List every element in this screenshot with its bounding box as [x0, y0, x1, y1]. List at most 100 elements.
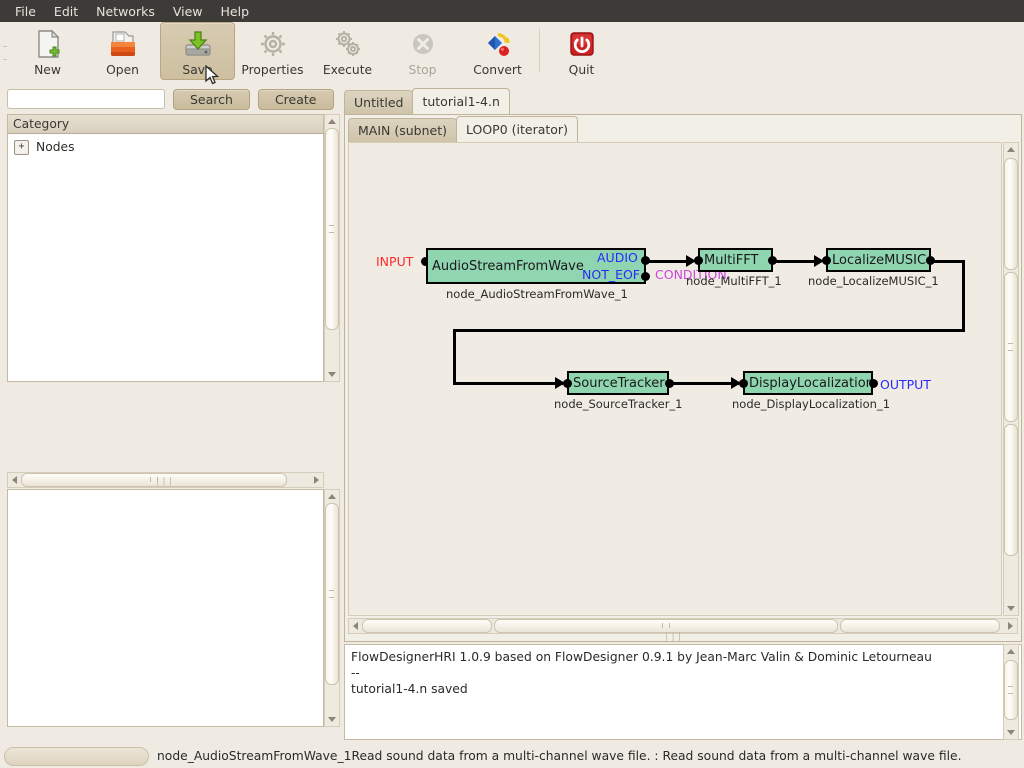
wire-localizemusic-down	[962, 260, 965, 332]
port-display-in-dot[interactable]	[739, 379, 748, 388]
stop-circle-icon	[407, 28, 439, 60]
left-pane-splitter[interactable]: |||	[155, 477, 174, 487]
expander-plus-icon[interactable]: +	[14, 139, 29, 155]
port-not-eof-dot[interactable]	[641, 272, 650, 281]
toolbar-open-label: Open	[106, 63, 139, 77]
tab-loop0-iterator[interactable]: LOOP0 (iterator)	[455, 116, 578, 142]
canvas-scroll-thumb[interactable]	[1004, 272, 1018, 422]
node-audiostreamfromwave-title: AudioStreamFromWave	[432, 258, 584, 274]
canvas-scroll-left-icon[interactable]	[349, 619, 362, 633]
search-button[interactable]: Search	[173, 88, 250, 110]
port-display-out-dot[interactable]	[869, 379, 878, 388]
toolbar-execute-button[interactable]: Execute	[310, 22, 385, 80]
canvas-vertical-scrollbar[interactable]	[1003, 142, 1019, 616]
menu-item-view[interactable]: View	[164, 2, 212, 21]
port-localizemusic-in-dot[interactable]	[822, 256, 831, 265]
category-tree[interactable]: + Nodes	[7, 134, 324, 382]
port-localizemusic-out-dot[interactable]	[926, 256, 935, 265]
port-sourcetracker-in-dot[interactable]	[563, 379, 572, 388]
node-sourcetracker[interactable]: SourceTracker	[567, 371, 669, 395]
gears-icon	[332, 28, 364, 60]
canvas-hscroll-track-left[interactable]	[362, 619, 492, 633]
toolbar-separator	[539, 28, 540, 72]
search-input[interactable]	[7, 89, 165, 109]
console-scroll-thumb[interactable]	[1004, 660, 1018, 720]
node-multifft-title: MultiFFT	[704, 252, 759, 268]
toolbar-properties-label: Properties	[241, 63, 304, 77]
wire-feedback-across	[453, 329, 965, 332]
tree-scroll-right-icon[interactable]	[310, 473, 323, 487]
node-localizemusic[interactable]: LocalizeMUSIC	[826, 248, 931, 272]
toolbar-quit-label: Quit	[568, 63, 595, 77]
toolbar: New Open Save Properties Execute Stop Co…	[0, 22, 1024, 85]
node-detail-panel[interactable]	[7, 489, 324, 727]
console-line-1: --	[351, 666, 360, 680]
status-progress-area	[4, 746, 149, 766]
convert-icon	[482, 28, 514, 60]
toolbar-open-button[interactable]: Open	[85, 22, 160, 80]
menu-item-help[interactable]: Help	[212, 2, 259, 21]
canvas-pane-splitter[interactable]: |||	[664, 632, 683, 642]
save-disk-icon	[182, 28, 214, 60]
toolbar-drag-handle[interactable]	[0, 22, 10, 84]
node-displaylocalization[interactable]: DisplayLocalization	[743, 371, 874, 395]
detail-scroll-up-icon[interactable]	[325, 490, 339, 503]
left-panel: Category + Nodes |||	[0, 114, 340, 740]
menu-item-file[interactable]: File	[6, 2, 45, 21]
console-line-0: FlowDesignerHRI 1.0.9 based on FlowDesig…	[351, 650, 932, 664]
network-canvas[interactable]: INPUT AudioStreamFromWave AUDIO NOT_EOF …	[348, 142, 1002, 616]
open-folder-icon	[107, 28, 139, 60]
power-icon	[566, 28, 598, 60]
tree-scroll-down-icon[interactable]	[325, 368, 339, 381]
canvas-scroll-down-icon[interactable]	[1004, 602, 1018, 615]
file-tab-strip: Untitled tutorial1-4.n	[344, 88, 510, 114]
toolbar-convert-button[interactable]: Convert	[460, 22, 535, 80]
tree-item-nodes[interactable]: + Nodes	[8, 137, 323, 157]
console-vertical-scrollbar[interactable]	[1003, 644, 1019, 740]
node-localizemusic-title: LocalizeMUSIC	[832, 252, 927, 268]
console-output[interactable]: FlowDesignerHRI 1.0.9 based on FlowDesig…	[344, 644, 1022, 740]
toolbar-stop-label: Stop	[408, 63, 437, 77]
tab-main-subnet[interactable]: MAIN (subnet)	[348, 118, 457, 142]
tree-item-label: Nodes	[36, 140, 75, 154]
console-scroll-down-icon[interactable]	[1004, 726, 1018, 739]
toolbar-properties-button[interactable]: Properties	[235, 22, 310, 80]
port-multifft-in-dot[interactable]	[694, 256, 703, 265]
tab-tutorial1-4[interactable]: tutorial1-4.n	[412, 88, 510, 114]
category-column-header[interactable]: Category	[7, 114, 324, 134]
graph-output-label: OUTPUT	[880, 377, 931, 392]
status-message: node_AudioStreamFromWave_1Read sound dat…	[157, 749, 962, 763]
tree-scroll-left-icon[interactable]	[8, 473, 21, 487]
wire-feedback-down	[453, 329, 456, 384]
tab-untitled[interactable]: Untitled	[344, 90, 414, 114]
toolbar-save-button[interactable]: Save	[160, 22, 235, 85]
canvas-scroll-up-icon[interactable]	[1004, 143, 1018, 156]
canvas-scroll-right-icon[interactable]	[1004, 619, 1017, 633]
tree-scroll-up-icon[interactable]	[325, 115, 339, 128]
detail-vertical-scrollbar[interactable]	[324, 489, 340, 727]
tree-vertical-scrollbar[interactable]	[324, 114, 340, 382]
port-sourcetracker-out-dot[interactable]	[665, 379, 674, 388]
menu-item-networks[interactable]: Networks	[87, 2, 164, 21]
detail-scroll-thumb[interactable]	[325, 503, 339, 685]
detail-scroll-down-icon[interactable]	[325, 713, 339, 726]
menu-item-edit[interactable]: Edit	[45, 2, 87, 21]
tree-hscroll-thumb[interactable]	[21, 473, 287, 487]
tree-scroll-thumb[interactable]	[325, 128, 339, 330]
port-multifft-out-dot[interactable]	[768, 256, 777, 265]
caption-localizemusic: node_LocalizeMUSIC_1	[808, 274, 939, 288]
graph-input-label: INPUT	[376, 254, 414, 269]
toolbar-new-button[interactable]: New	[10, 22, 85, 80]
canvas-hscroll-track-right[interactable]	[840, 619, 1000, 633]
node-multifft[interactable]: MultiFFT	[698, 248, 773, 272]
create-button[interactable]: Create	[257, 88, 334, 110]
toolbar-stop-button[interactable]: Stop	[385, 22, 460, 80]
toolbar-quit-button[interactable]: Quit	[544, 22, 619, 80]
caption-multifft: node_MultiFFT_1	[686, 274, 782, 288]
console-scroll-up-icon[interactable]	[1004, 645, 1018, 658]
canvas-scroll-thumb-top[interactable]	[1004, 158, 1018, 270]
node-sourcetracker-title: SourceTracker	[573, 375, 665, 391]
canvas-scroll-track-bottom[interactable]	[1004, 424, 1018, 556]
canvas-hscroll-thumb[interactable]	[494, 619, 838, 633]
port-audio-dot[interactable]	[641, 256, 650, 265]
